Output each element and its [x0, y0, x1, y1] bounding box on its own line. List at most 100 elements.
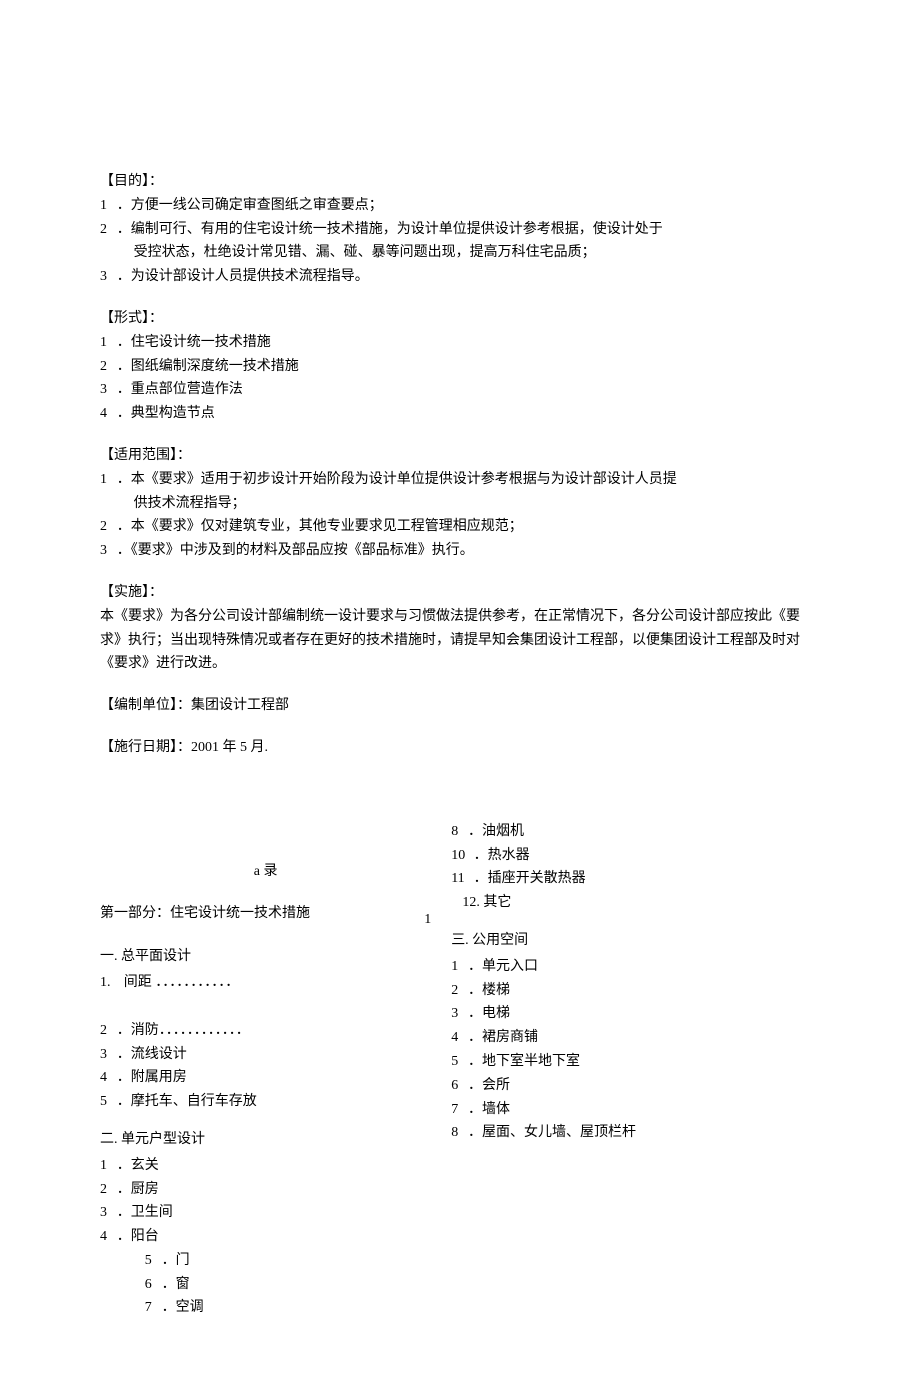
list-number: 5	[451, 1050, 468, 1074]
list-number: 1	[100, 468, 117, 492]
toc-group3-title: 三. 公用空间	[451, 929, 782, 953]
date-label: 【施行日期】：	[100, 740, 191, 755]
scope-item-3: 3．《要求》中涉及到的材料及部品应按《部品标准》执行。	[100, 539, 820, 563]
list-text: ．裙房商铺	[468, 1030, 538, 1045]
form-section: 【形式】： 1．住宅设计统一技术措施 2．图纸编制深度统一技术措施 3．重点部位…	[100, 307, 820, 426]
list-number: 1	[100, 194, 117, 218]
list-text: ．电梯	[468, 1006, 510, 1021]
list-text: ．油烟机	[468, 824, 524, 839]
author-line: 【编制单位】：集团设计工程部	[100, 694, 820, 718]
form-title: 【形式】：	[100, 307, 820, 331]
list-number: 2	[100, 218, 117, 242]
scope-item-1-cont: 供技术流程指导；	[100, 492, 820, 516]
list-number: 4	[100, 1225, 117, 1249]
toc-g3-item-6: 6．会所	[451, 1074, 782, 1098]
toc-g3-item-7: 7．墙体	[451, 1098, 782, 1122]
list-text: ．本《要求》适用于初步设计开始阶段为设计单位提供设计参考根据与为设计部设计人员提	[117, 472, 677, 487]
list-text: ．会所	[468, 1078, 510, 1093]
list-number: 5	[145, 1249, 162, 1273]
list-number: 2	[100, 355, 117, 379]
list-text: ．墙体	[468, 1102, 510, 1117]
purpose-item-2-cont: 受控状态，杜绝设计常见错、漏、碰、暴等问题出现，提高万科住宅品质；	[100, 241, 820, 265]
toc-r-top-12: 12. 其它	[451, 891, 782, 915]
list-number: 1	[451, 955, 468, 979]
list-text: ．空调	[162, 1300, 204, 1315]
impl-title: 【实施】：	[100, 581, 820, 605]
list-text: ．典型构造节点	[117, 406, 215, 421]
toc-part-pagenum: 1	[407, 908, 431, 932]
list-number: 3	[100, 265, 117, 289]
toc-header: a 录	[100, 860, 431, 884]
list-number: 3	[451, 1002, 468, 1026]
list-text: 其它	[483, 895, 511, 910]
toc-g2-sub-5: 5．门	[100, 1249, 431, 1273]
toc-g1-item-2: 2．消防．．．．．．．．．．．．	[100, 1019, 431, 1043]
list-number: 2	[100, 1178, 117, 1202]
purpose-item-2: 2．编制可行、有用的住宅设计统一技术措施，为设计单位提供设计参考根据，使设计处于	[100, 218, 820, 242]
form-item-2: 2．图纸编制深度统一技术措施	[100, 355, 820, 379]
list-number: 4	[100, 402, 117, 426]
purpose-title: 【目的】：	[100, 170, 820, 194]
document-page: 【目的】： 1．方便一线公司确定审查图纸之审查要点； 2．编制可行、有用的住宅设…	[0, 0, 920, 1380]
toc-g2-sub-6: 6．窗	[100, 1273, 431, 1297]
list-text: ．图纸编制深度统一技术措施	[117, 359, 299, 374]
list-text: ．住宅设计统一技术措施	[117, 335, 271, 350]
scope-section: 【适用范围】： 1．本《要求》适用于初步设计开始阶段为设计单位提供设计参考根据与…	[100, 444, 820, 563]
toc-g3-item-5: 5．地下室半地下室	[451, 1050, 782, 1074]
list-text: ．附属用房	[117, 1070, 187, 1085]
list-number: 8	[451, 1121, 468, 1145]
purpose-item-1: 1．方便一线公司确定审查图纸之审查要点；	[100, 194, 820, 218]
list-text: ．卫生间	[117, 1205, 173, 1220]
list-number: 3	[100, 378, 117, 402]
form-item-4: 4．典型构造节点	[100, 402, 820, 426]
list-number: 6	[451, 1074, 468, 1098]
toc-r-top-10: 10．热水器	[451, 844, 782, 868]
list-number: 12.	[462, 895, 480, 910]
purpose-section: 【目的】： 1．方便一线公司确定审查图纸之审查要点； 2．编制可行、有用的住宅设…	[100, 170, 820, 289]
list-number: 4	[100, 1066, 117, 1090]
list-text: ．《要求》中涉及到的材料及部品应按《部品标准》执行。	[117, 543, 474, 558]
toc-group2-title: 二. 单元户型设计	[100, 1128, 431, 1152]
list-number: 7	[451, 1098, 468, 1122]
list-text: ．阳台	[117, 1229, 159, 1244]
toc-g1-item-5: 5．摩托车、自行车存放	[100, 1090, 431, 1114]
list-number: 6	[145, 1273, 162, 1297]
toc-g1-item-3: 3．流线设计	[100, 1043, 431, 1067]
author-value: 集团设计工程部	[191, 698, 289, 713]
list-text: ．门	[162, 1253, 190, 1268]
impl-section: 【实施】： 本《要求》为各分公司设计部编制统一设计要求与习惯做法提供参考，在正常…	[100, 581, 820, 676]
list-text: ．地下室半地下室	[468, 1054, 580, 1069]
toc-g1-gap	[100, 995, 431, 1019]
list-number: 2	[100, 1019, 117, 1043]
author-section: 【编制单位】：集团设计工程部	[100, 694, 820, 718]
list-text: ．插座开关散热器	[474, 871, 586, 886]
list-text: ．为设计部设计人员提供技术流程指导。	[117, 269, 369, 284]
toc-left-column: a 录 第一部分：住宅设计统一技术措施 1 一. 总平面设计 1. 间距 ．．．…	[100, 820, 431, 1321]
toc-g3-item-2: 2．楼梯	[451, 979, 782, 1003]
list-text: ．流线设计	[117, 1047, 187, 1062]
list-number: 5	[100, 1090, 117, 1114]
toc-group1-title: 一. 总平面设计	[100, 945, 431, 969]
list-text: ．本《要求》仅对建筑专业，其他专业要求见工程管理相应规范；	[117, 519, 523, 534]
toc-dots: ．．．．．．．．．．．	[155, 975, 239, 990]
list-number: 1.	[100, 971, 117, 995]
toc-g3-item-8: 8．屋面、女儿墙、屋顶栏杆	[451, 1121, 782, 1145]
list-text: ．热水器	[474, 848, 530, 863]
purpose-item-3: 3．为设计部设计人员提供技术流程指导。	[100, 265, 820, 289]
toc-right-column: 8．油烟机 10．热水器 11．插座开关散热器 12. 其它 三. 公用空间 1…	[451, 820, 782, 1145]
list-text: ．摩托车、自行车存放	[117, 1094, 257, 1109]
toc-g3-item-4: 4．裙房商铺	[451, 1026, 782, 1050]
toc-r-top-11: 11．插座开关散热器	[451, 867, 782, 891]
list-number: 2	[100, 515, 117, 539]
toc-g1-item-1: 1. 间距 ．．．．．．．．．．．	[100, 971, 431, 995]
list-text: ．方便一线公司确定审查图纸之审查要点；	[117, 198, 383, 213]
list-text: ．单元入口	[468, 959, 538, 974]
list-number: 3	[100, 539, 117, 563]
list-number: 4	[451, 1026, 468, 1050]
date-section: 【施行日期】：2001 年 5 月.	[100, 736, 820, 760]
form-item-1: 1．住宅设计统一技术措施	[100, 331, 820, 355]
list-text: ．窗	[162, 1277, 190, 1292]
toc-g2-item-4: 4．阳台	[100, 1225, 431, 1249]
list-text: ．编制可行、有用的住宅设计统一技术措施，为设计单位提供设计参考根据，使设计处于	[117, 222, 663, 237]
toc-r-top-8: 8．油烟机	[451, 820, 782, 844]
